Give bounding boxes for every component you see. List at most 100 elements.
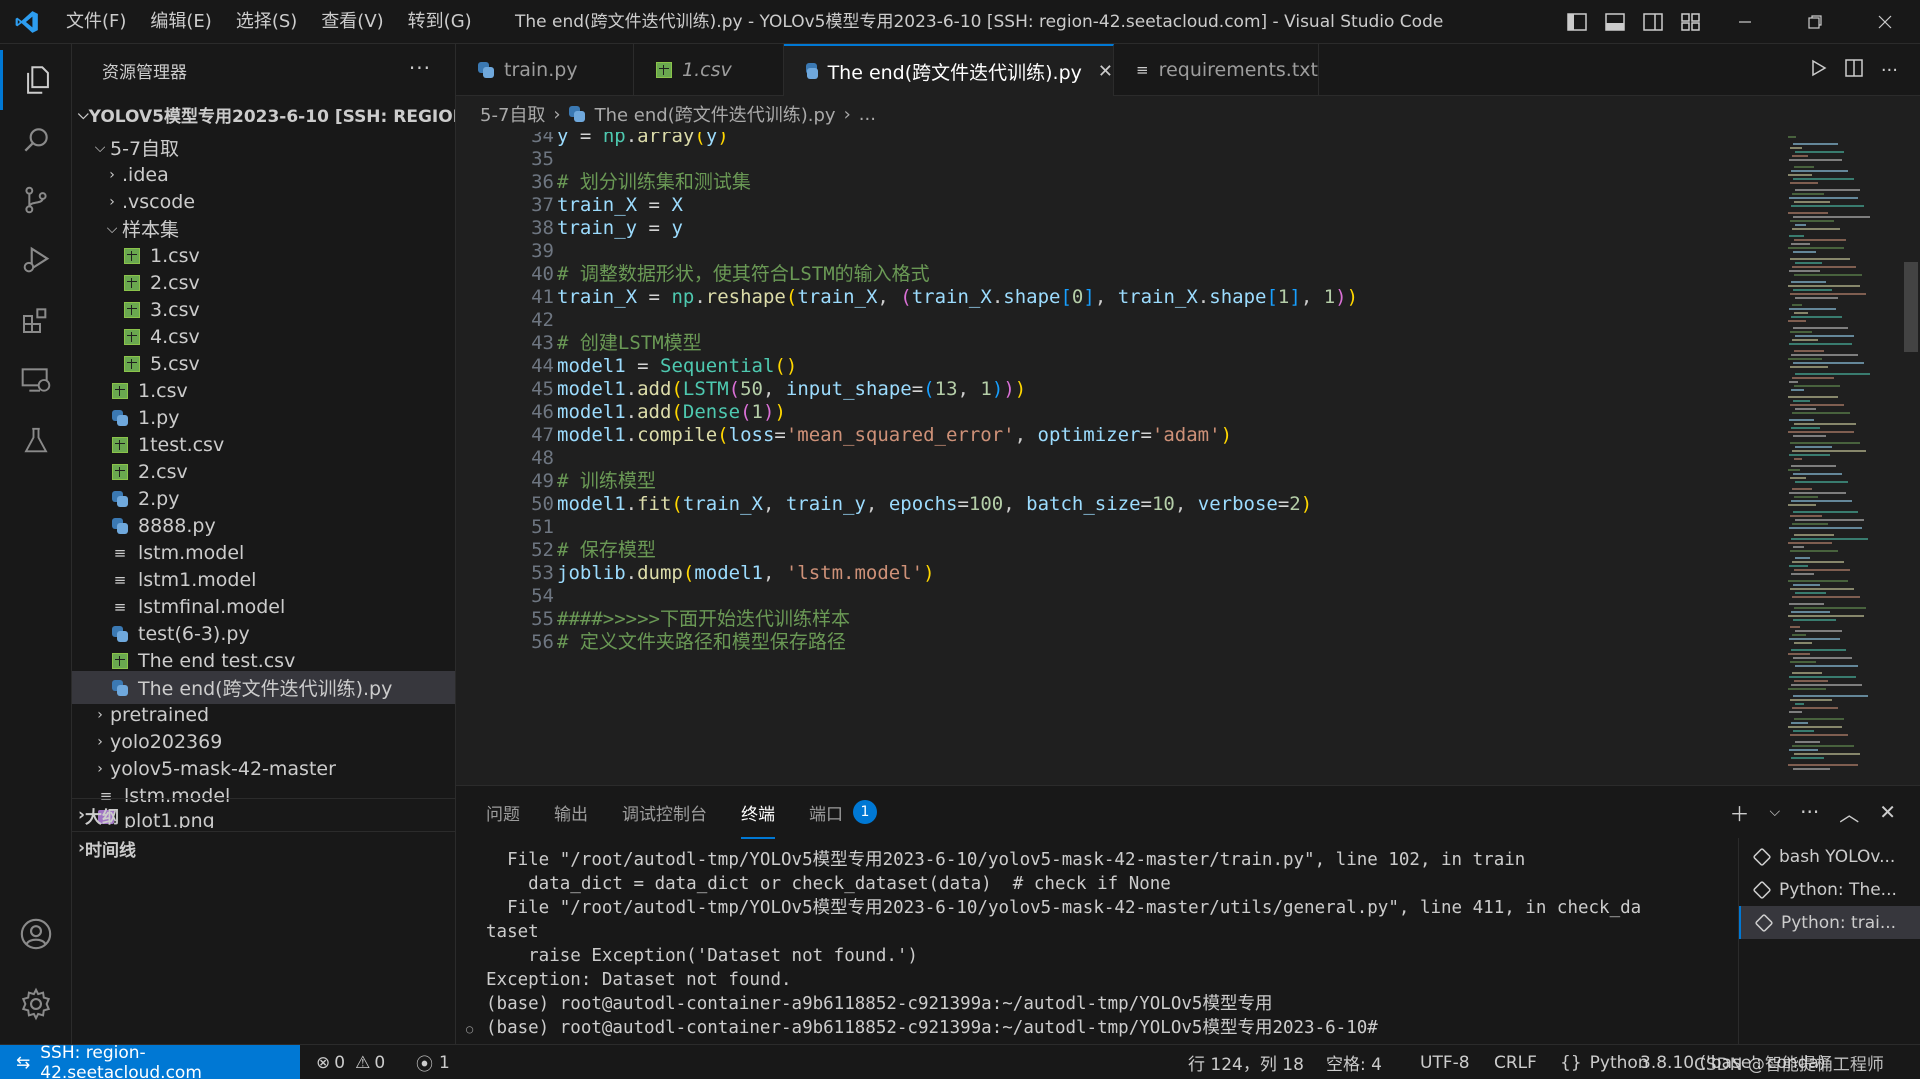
breadcrumb-file[interactable]: The end(跨文件迭代训练).py bbox=[595, 101, 836, 127]
terminal-item-python-the-end[interactable]: Python: The... bbox=[1739, 873, 1920, 906]
text-file-icon: ≡ bbox=[113, 543, 127, 562]
close-tab-icon[interactable]: ✕ bbox=[1098, 61, 1113, 82]
extensions-icon[interactable] bbox=[0, 290, 72, 350]
tab-debug-console[interactable]: 调试控制台 bbox=[622, 800, 707, 825]
minimap[interactable] bbox=[1778, 132, 1898, 785]
terminal-line: taset bbox=[486, 922, 539, 942]
code-line: 56 # 定义文件夹路径和模型保存路径 bbox=[531, 631, 846, 653]
chevron-right-icon: › bbox=[109, 193, 115, 210]
chevron-right-icon: › bbox=[78, 838, 86, 858]
toggle-sidebar-icon[interactable] bbox=[1558, 13, 1596, 31]
tab-output[interactable]: 输出 bbox=[554, 800, 588, 825]
tab-1-csv[interactable]: 1.csv bbox=[634, 44, 784, 96]
explorer-more-actions-icon[interactable]: ··· bbox=[409, 56, 431, 80]
source-control-icon[interactable] bbox=[0, 170, 72, 230]
explorer-icon[interactable] bbox=[0, 50, 72, 110]
language-mode[interactable]: {} Python bbox=[1560, 1045, 1649, 1079]
chevron-down-icon[interactable]: ⌵ bbox=[1770, 804, 1781, 820]
chevron-right-icon: › bbox=[97, 733, 103, 750]
end-of-line[interactable]: CRLF bbox=[1494, 1045, 1537, 1079]
customize-layout-icon[interactable] bbox=[1672, 13, 1710, 31]
window-title: The end(跨文件迭代训练).py - YOLOv5模型专用2023-6-1… bbox=[515, 12, 1444, 32]
menu-view[interactable]: 查看(V) bbox=[309, 0, 395, 44]
more-actions-icon[interactable]: ··· bbox=[1881, 60, 1898, 81]
tab-train-py[interactable]: train.py bbox=[456, 44, 634, 96]
tab-ports[interactable]: 端口 bbox=[809, 800, 843, 825]
terminal-line: Exception: Dataset not found. bbox=[486, 970, 792, 990]
ports-badge: 1 bbox=[853, 800, 877, 824]
problems-indicator[interactable]: ⊗ 0 ⚠ 0 bbox=[316, 1045, 385, 1079]
vscode-logo-icon bbox=[0, 9, 54, 35]
timeline-section[interactable]: › 时间线 bbox=[72, 831, 455, 864]
tab-terminal[interactable]: 终端 bbox=[741, 800, 775, 839]
python-file-icon bbox=[112, 625, 128, 642]
menu-selection[interactable]: 选择(S) bbox=[224, 0, 309, 44]
remote-indicator[interactable]: ⇆ SSH: region-42.seetacloud.com bbox=[0, 1043, 300, 1079]
chevron-right-icon: › bbox=[843, 103, 851, 125]
warning-icon: ⚠ bbox=[355, 1052, 371, 1073]
terminal-line: data_dict = data_dict or check_dataset(d… bbox=[486, 874, 1171, 894]
account-icon[interactable] bbox=[0, 904, 72, 964]
csv-file-icon bbox=[656, 62, 672, 78]
chevron-down-icon: ⌵ bbox=[106, 220, 118, 237]
terminal-line: (base) root@autodl-container-a9b6118852-… bbox=[486, 994, 1273, 1014]
chevron-right-icon: › bbox=[97, 706, 103, 723]
forwarded-ports-indicator[interactable]: ⦿ 1 bbox=[416, 1045, 450, 1079]
explorer-sidebar: 资源管理器 ··· ⌵ YOLOV5模型专用2023-6-10 [SSH: RE… bbox=[72, 44, 456, 1044]
csv-file-icon bbox=[124, 247, 140, 264]
menu-file[interactable]: 文件(F) bbox=[54, 0, 138, 44]
more-actions-icon[interactable]: ··· bbox=[1800, 800, 1819, 824]
status-bar: ⇆ SSH: region-42.seetacloud.com ⊗ 0 ⚠ 0 ⦿ 1… bbox=[0, 1043, 1920, 1079]
terminal-icon bbox=[1752, 879, 1772, 900]
split-editor-icon[interactable] bbox=[1845, 58, 1863, 82]
chevron-right-icon: › bbox=[553, 103, 561, 125]
tab-requirements-txt[interactable]: ≡ requirements.txt bbox=[1114, 44, 1319, 96]
csv-file-icon bbox=[124, 355, 140, 372]
menu-go[interactable]: 转到(G) bbox=[396, 0, 484, 44]
cursor-position[interactable]: 行 124，列 18 bbox=[1188, 1045, 1304, 1079]
close-window-icon[interactable] bbox=[1850, 0, 1920, 44]
activity-bar bbox=[0, 44, 72, 1044]
workspace-root[interactable]: ⌵ YOLOV5模型专用2023-6-10 [SSH: REGION-... bbox=[72, 98, 455, 131]
python-file-icon bbox=[478, 62, 494, 78]
terminal-icon bbox=[1754, 912, 1774, 933]
remote-explorer-icon[interactable] bbox=[0, 350, 72, 410]
editor-tabs: train.py 1.csv The end(跨文件迭代训练).py ✕ ≡ re… bbox=[456, 44, 1920, 96]
toggle-secondary-sidebar-icon[interactable] bbox=[1634, 13, 1672, 31]
manage-gear-icon[interactable] bbox=[0, 974, 72, 1034]
indentation[interactable]: 空格: 4 bbox=[1326, 1045, 1382, 1079]
breadcrumb-more[interactable]: ... bbox=[859, 104, 876, 125]
encoding[interactable]: UTF-8 bbox=[1420, 1045, 1470, 1079]
toggle-panel-icon[interactable] bbox=[1596, 13, 1634, 31]
terminal-item-python-train[interactable]: Python: trai... bbox=[1739, 906, 1920, 939]
maximize-panel-icon[interactable]: ︿ bbox=[1839, 798, 1859, 827]
python-file-icon bbox=[806, 63, 818, 79]
outline-section[interactable]: › 大纲 bbox=[72, 798, 455, 831]
chevron-down-icon: ⌵ bbox=[78, 106, 89, 123]
tab-the-end-py[interactable]: The end(跨文件迭代训练).py ✕ bbox=[784, 44, 1114, 96]
breadcrumb: 5-7自取 › The end(跨文件迭代训练).py › ... bbox=[456, 96, 1920, 132]
menu-edit[interactable]: 编辑(E) bbox=[138, 0, 223, 44]
breadcrumb-folder[interactable]: 5-7自取 bbox=[480, 101, 545, 127]
close-panel-icon[interactable]: ✕ bbox=[1879, 800, 1896, 824]
new-terminal-icon[interactable]: ＋ bbox=[1730, 798, 1750, 827]
chevron-right-icon: › bbox=[109, 166, 115, 183]
restore-icon[interactable] bbox=[1780, 0, 1850, 44]
broadcast-icon: ⦿ bbox=[416, 1055, 433, 1075]
error-icon: ⊗ bbox=[316, 1052, 331, 1073]
minimize-icon[interactable] bbox=[1710, 0, 1780, 44]
run-file-icon[interactable] bbox=[1809, 59, 1827, 82]
csv-file-icon bbox=[124, 301, 140, 318]
run-debug-icon[interactable] bbox=[0, 230, 72, 290]
text-file-icon: ≡ bbox=[1136, 61, 1149, 79]
code-editor[interactable]: 34 y = np.array(y) 35 36 # 划分训练集和测试集 37 tra… bbox=[456, 132, 1920, 785]
terminal-item-bash[interactable]: bash YOLOv... bbox=[1739, 840, 1920, 873]
chevron-down-icon: ⌵ bbox=[94, 139, 106, 156]
tab-problems[interactable]: 问题 bbox=[486, 800, 520, 825]
remote-icon: ⇆ bbox=[16, 1052, 31, 1073]
search-icon[interactable] bbox=[0, 110, 72, 170]
terminal-icon bbox=[1752, 846, 1772, 867]
terminal-output[interactable]: File "/root/autodl-tmp/YOLOv5模型专用2023-6-… bbox=[456, 838, 1738, 1045]
testing-icon[interactable] bbox=[0, 410, 72, 470]
editor-scrollbar[interactable] bbox=[1898, 132, 1920, 785]
